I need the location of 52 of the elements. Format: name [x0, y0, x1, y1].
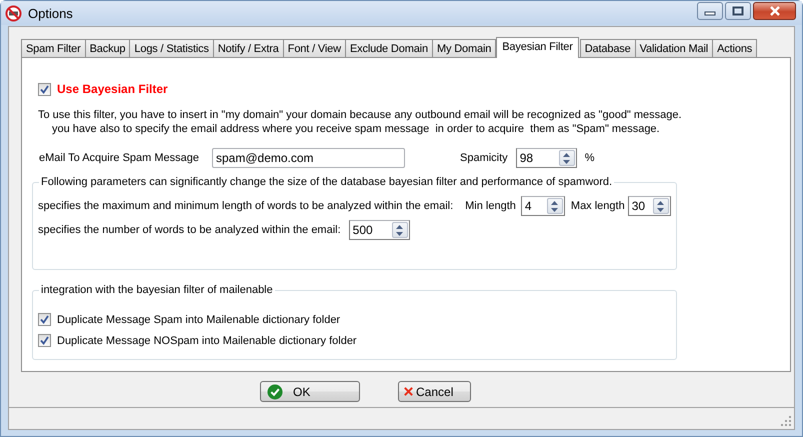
checkbox[interactable]	[38, 82, 51, 96]
description-text: you have also to specify the email address where you receive spam message in order to acquire them as "Spam" message.	[51, 122, 661, 136]
group-title: Following parameters can significantly change the size of the database bayesian filter and performance of spamword.	[39, 176, 614, 189]
field-label: Spamicity	[460, 152, 508, 164]
spin-arrows-icon[interactable]	[392, 222, 408, 238]
spin-arrows-icon[interactable]	[546, 198, 563, 214]
description-text: To use this filter, you have to insert in "my domain" your domain because any outbound email will be recognized as "good" message.	[38, 108, 683, 122]
checkbox-label: Duplicate Message NOSpam into Mailenable dictionary folder	[57, 334, 357, 346]
unit-label: %	[584, 152, 594, 164]
tab[interactable]: Bayesian Filter	[496, 37, 579, 58]
tab[interactable]: Validation Mail	[634, 39, 714, 57]
cancel-button[interactable]: Cancel	[398, 381, 471, 402]
ok-button[interactable]: OK	[260, 381, 360, 402]
field-label: Max length	[570, 200, 625, 212]
window-title: Options	[28, 6, 74, 20]
spin-field[interactable]: 98	[516, 148, 577, 168]
spin-field[interactable]: 30	[628, 196, 671, 216]
field-label: eMail To Acquire Spam Message	[39, 152, 199, 164]
tab[interactable]: Database	[580, 39, 636, 57]
spin-arrows-icon[interactable]	[652, 198, 669, 214]
tab[interactable]: Exclude Domain	[344, 39, 433, 57]
check-icon	[40, 315, 49, 324]
maximize-button[interactable]	[725, 2, 751, 20]
checkbox[interactable]	[38, 334, 51, 347]
check-icon	[40, 84, 49, 94]
tab[interactable]: Actions	[712, 39, 758, 57]
tab[interactable]: Notify / Extra	[212, 39, 284, 57]
minimize-button[interactable]	[697, 2, 723, 20]
checkbox-label: Use Bayesian Filter	[57, 82, 168, 96]
close-button[interactable]	[753, 2, 796, 20]
tab[interactable]: Logs / Statistics	[129, 39, 214, 57]
tab[interactable]: Font / View	[282, 39, 346, 57]
tab[interactable]: Spam Filter	[21, 39, 86, 57]
resize-grip-icon[interactable]	[780, 415, 792, 427]
field-label: Min length	[465, 200, 516, 212]
maximize-icon	[731, 6, 745, 16]
prohibition-icon	[5, 4, 22, 22]
parameter-label: specifies the maximum and minimum length of words to be analyzed within the email:	[38, 200, 454, 212]
check-icon	[40, 336, 49, 345]
tab[interactable]: Backup	[84, 39, 130, 57]
group-title: integration with the bayesian filter of mailenable	[39, 284, 275, 297]
parameter-label: specifies the number of words to be analyzed within the email:	[38, 224, 341, 236]
email-field[interactable]: spam@demo.com	[212, 148, 405, 168]
spin-field[interactable]: 4	[520, 196, 565, 216]
spin-field[interactable]: 500	[348, 220, 410, 240]
cross-icon	[403, 386, 414, 397]
tab[interactable]: My Domain	[432, 39, 496, 57]
checkbox[interactable]	[38, 313, 51, 326]
spin-arrows-icon[interactable]	[558, 150, 575, 166]
checkbox-label: Duplicate Message Spam into Mailenable dictionary folder	[57, 314, 340, 326]
close-icon	[768, 6, 782, 16]
check-icon	[267, 384, 283, 400]
